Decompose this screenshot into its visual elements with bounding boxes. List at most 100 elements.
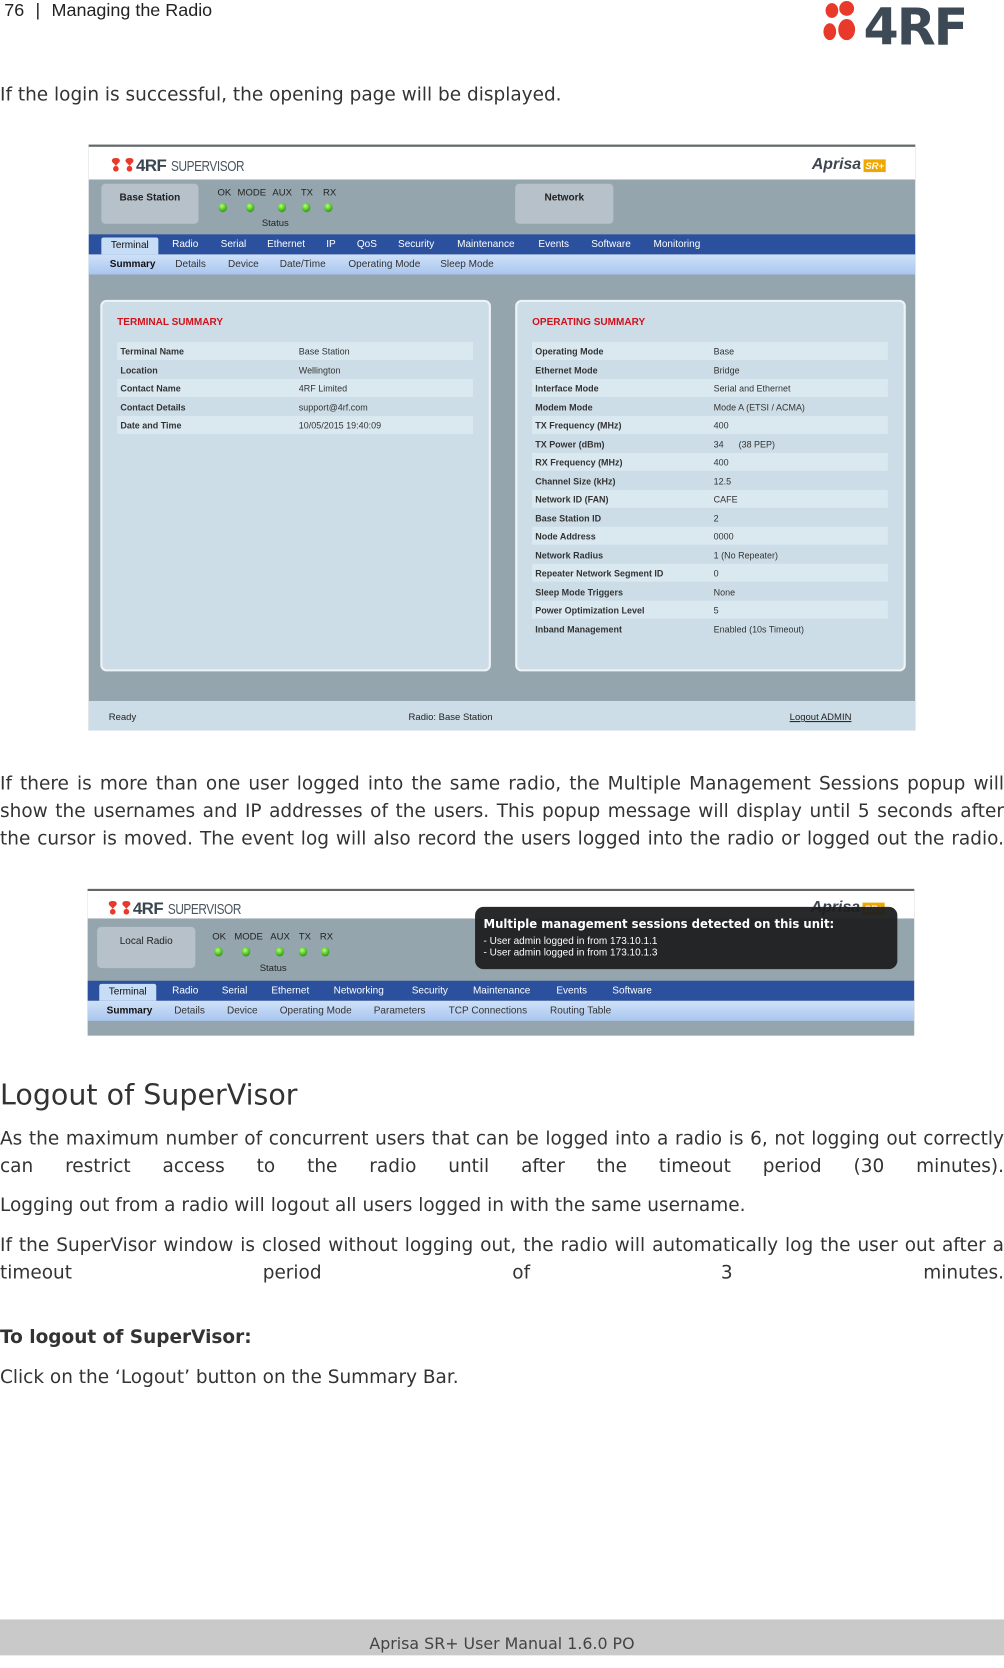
led-label-tx: TX (298, 931, 311, 942)
tab-events[interactable]: Events (556, 985, 587, 997)
row-value: 400 (713, 457, 729, 468)
subtab-routing-table[interactable]: Routing Table (550, 1005, 611, 1017)
tab-monitoring[interactable]: Monitoring (653, 239, 700, 251)
tab-serial[interactable]: Serial (222, 985, 248, 997)
row-label: Network Radius (535, 549, 604, 561)
led-ok-icon (214, 946, 223, 957)
subtab-device[interactable]: Device (227, 1005, 258, 1017)
summary-row: Sleep Mode Triggers None (532, 582, 888, 600)
sub-nav: Summary Details Device Date/Time Operati… (88, 254, 916, 275)
led-label-mode: MODE (234, 931, 263, 942)
status-label: Status (259, 962, 287, 974)
tab-security[interactable]: Security (398, 239, 434, 251)
row-value: 2 (713, 512, 719, 524)
radio-name-box[interactable]: Base Station (101, 183, 199, 224)
row-value: Serial and Ethernet (713, 383, 791, 394)
row-value: 12.5 (713, 475, 732, 487)
operating-summary-panel: OPERATING SUMMARY Operating Mode Base Ethe… (515, 299, 906, 672)
summary-row: Modem Mode Mode A (ETSI / ACMA) (532, 397, 888, 415)
summary-row: Power Optimization Level 5 (532, 600, 888, 619)
row-value: 10/05/2015 19:40:09 (298, 420, 382, 431)
subtab-operating-mode[interactable]: Operating Mode (280, 1005, 352, 1017)
network-box[interactable]: Network (515, 183, 614, 224)
subtab-details[interactable]: Details (174, 1005, 205, 1017)
logout-link[interactable]: Logout ADMIN (790, 712, 852, 723)
led-rx-icon (324, 202, 333, 213)
section-heading: Logout of SuperVisor (0, 1079, 298, 1112)
timeout-paragraph: If the SuperVisor window is closed witho… (0, 1235, 1004, 1284)
main-nav: Terminal Radio Serial Ethernet IP QoS Se… (88, 234, 916, 255)
led-label-aux: AUX (270, 931, 290, 942)
main-nav: Terminal Radio Serial Ethernet Networkin… (87, 980, 915, 1001)
tab-networking[interactable]: Networking (334, 985, 384, 997)
tab-terminal[interactable]: Terminal (101, 237, 159, 255)
subtab-details[interactable]: Details (175, 259, 206, 271)
popup-session-line: - User admin logged in from 173.10.1.3 (483, 946, 658, 959)
row-value: 0000 (713, 531, 734, 542)
led-label-ok: OK (217, 186, 232, 198)
tab-security[interactable]: Security (412, 985, 448, 997)
subtab-summary[interactable]: Summary (107, 1005, 153, 1017)
summary-row: Ethernet Mode Bridge (532, 361, 888, 379)
led-label-tx: TX (300, 186, 314, 198)
subtab-parameters[interactable]: Parameters (374, 1005, 426, 1017)
tab-ethernet[interactable]: Ethernet (271, 985, 309, 997)
subtab-summary[interactable]: Summary (110, 259, 156, 271)
summary-row: Interface Mode Serial and Ethernet (532, 378, 888, 397)
row-label: Terminal Name (120, 346, 185, 357)
summary-row: Operating Mode Base (532, 342, 888, 360)
subtab-date-time[interactable]: Date/Time (280, 259, 326, 271)
summary-row: Location Wellington (117, 361, 473, 379)
page-header: 76 | Managing the Radio (4, 0, 212, 21)
tab-maintenance[interactable]: Maintenance (473, 985, 530, 997)
summary-row: Contact Details support@4rf.com (117, 397, 473, 415)
row-label: Inband Management (535, 623, 623, 634)
separator: | (35, 0, 41, 21)
row-label: Interface Mode (535, 383, 599, 394)
tab-qos[interactable]: QoS (357, 239, 377, 251)
summary-row: Channel Size (kHz) 12.5 (532, 471, 888, 489)
led-rx-icon (320, 946, 330, 957)
svg-text:4RF: 4RF (864, 0, 967, 46)
operating-summary-title: OPERATING SUMMARY (532, 316, 646, 329)
status-label: Status (261, 217, 289, 229)
row-value: 0 (713, 567, 719, 579)
tab-terminal[interactable]: Terminal (99, 983, 157, 1001)
row-value: Enabled (10s Timeout) (713, 623, 804, 634)
led-label-aux: AUX (272, 186, 292, 198)
summary-row: Network ID (FAN) CAFE (532, 489, 888, 508)
tab-ethernet[interactable]: Ethernet (267, 239, 305, 251)
radio-name-box[interactable]: Local Radio (97, 926, 196, 969)
4rf-logo: 4RF (821, 0, 1000, 56)
procedure-step: Click on the ‘Logout’ button on the Summ… (0, 1367, 459, 1389)
row-value: Bridge (713, 364, 740, 376)
summary-row: Terminal Name Base Station (117, 342, 473, 360)
row-value: Base (713, 346, 735, 357)
row-value: 5 (713, 604, 719, 616)
summary-row: Network Radius 1 (No Repeater) (532, 545, 888, 563)
tab-ip[interactable]: IP (326, 239, 335, 251)
subtab-device[interactable]: Device (228, 259, 259, 271)
tab-maintenance[interactable]: Maintenance (457, 239, 514, 251)
tab-events[interactable]: Events (538, 239, 569, 251)
row-label: Power Optimization Level (535, 604, 645, 616)
led-tx-icon (298, 946, 308, 957)
subtab-operating-mode[interactable]: Operating Mode (348, 259, 420, 271)
tab-radio[interactable]: Radio (172, 985, 198, 997)
tab-software[interactable]: Software (591, 239, 631, 251)
heading-text: Logout of SuperVisor (0, 1078, 298, 1112)
row-value: support@4rf.com (298, 401, 368, 413)
tab-serial[interactable]: Serial (221, 239, 247, 251)
row-label: Date and Time (120, 420, 182, 431)
popup-session-line: - User admin logged in from 173.10.1.1 (483, 935, 658, 947)
tab-radio[interactable]: Radio (172, 239, 198, 251)
terminal-summary-title: TERMINAL SUMMARY (117, 316, 224, 329)
row-value: None (713, 586, 736, 597)
row-label: TX Power (dBm) (535, 438, 605, 450)
tab-software[interactable]: Software (612, 985, 652, 997)
supervisor-screenshot-sessions: ❢❢4RF SUPERVISOR AprisaSR+ Local Radio O… (87, 888, 915, 1036)
row-label: Sleep Mode Triggers (535, 586, 624, 597)
led-label-rx: RX (319, 931, 334, 942)
subtab-tcp-connections[interactable]: TCP Connections (449, 1005, 527, 1017)
subtab-sleep-mode[interactable]: Sleep Mode (440, 259, 494, 271)
